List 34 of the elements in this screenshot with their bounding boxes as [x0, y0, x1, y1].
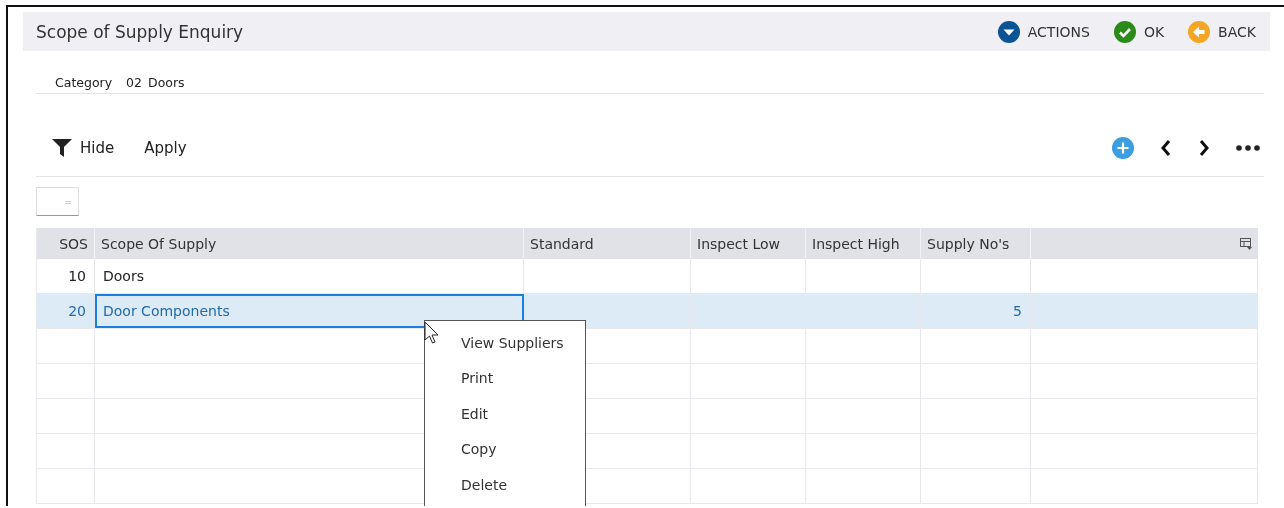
header-action-button[interactable]: OK — [1113, 20, 1165, 43]
table-cell: Doors — [103, 268, 144, 284]
column-header: SOS — [59, 235, 88, 252]
more-icon[interactable] — [1236, 145, 1260, 151]
column-chooser-icon[interactable] — [1240, 237, 1252, 250]
table-cell: 5 — [1013, 303, 1022, 319]
filter-icon — [52, 139, 72, 157]
category-name: Doors — [148, 74, 185, 90]
table-cell: Door Components — [103, 303, 230, 319]
column-header: Standard — [530, 235, 594, 252]
next-icon[interactable] — [1198, 139, 1210, 157]
category-code: 02 — [126, 74, 142, 90]
header-action-button[interactable]: BACK — [1188, 20, 1256, 43]
add-icon[interactable] — [1112, 137, 1134, 159]
column-header: Inspect High — [812, 235, 900, 252]
table-cell: 20 — [68, 303, 86, 319]
menu-item[interactable]: Copy — [461, 431, 585, 467]
column-header: Scope Of Supply — [101, 235, 217, 252]
menu-item[interactable]: Edit — [461, 396, 585, 432]
apply-button[interactable]: Apply — [144, 139, 187, 157]
previous-icon[interactable] — [1160, 139, 1172, 157]
table-row[interactable]: 20 Door Components 5 — [37, 294, 1258, 329]
dropdown-circle-icon — [997, 20, 1020, 43]
menu-item[interactable]: Delete — [461, 467, 585, 503]
table-cell: 10 — [68, 268, 86, 284]
column-header: Supply No's — [927, 235, 1010, 252]
category-label: Category — [55, 74, 113, 90]
check-circle-icon — [1113, 20, 1136, 43]
column-header: Inspect Low — [697, 235, 780, 252]
header-action-button[interactable]: ACTIONS — [997, 20, 1090, 43]
window-title: Scope of Supply Enquiry — [36, 21, 244, 42]
menu-item[interactable]: Print — [461, 360, 585, 396]
back-circle-icon — [1188, 20, 1211, 43]
hide-filter-button[interactable]: Hide — [52, 139, 115, 157]
